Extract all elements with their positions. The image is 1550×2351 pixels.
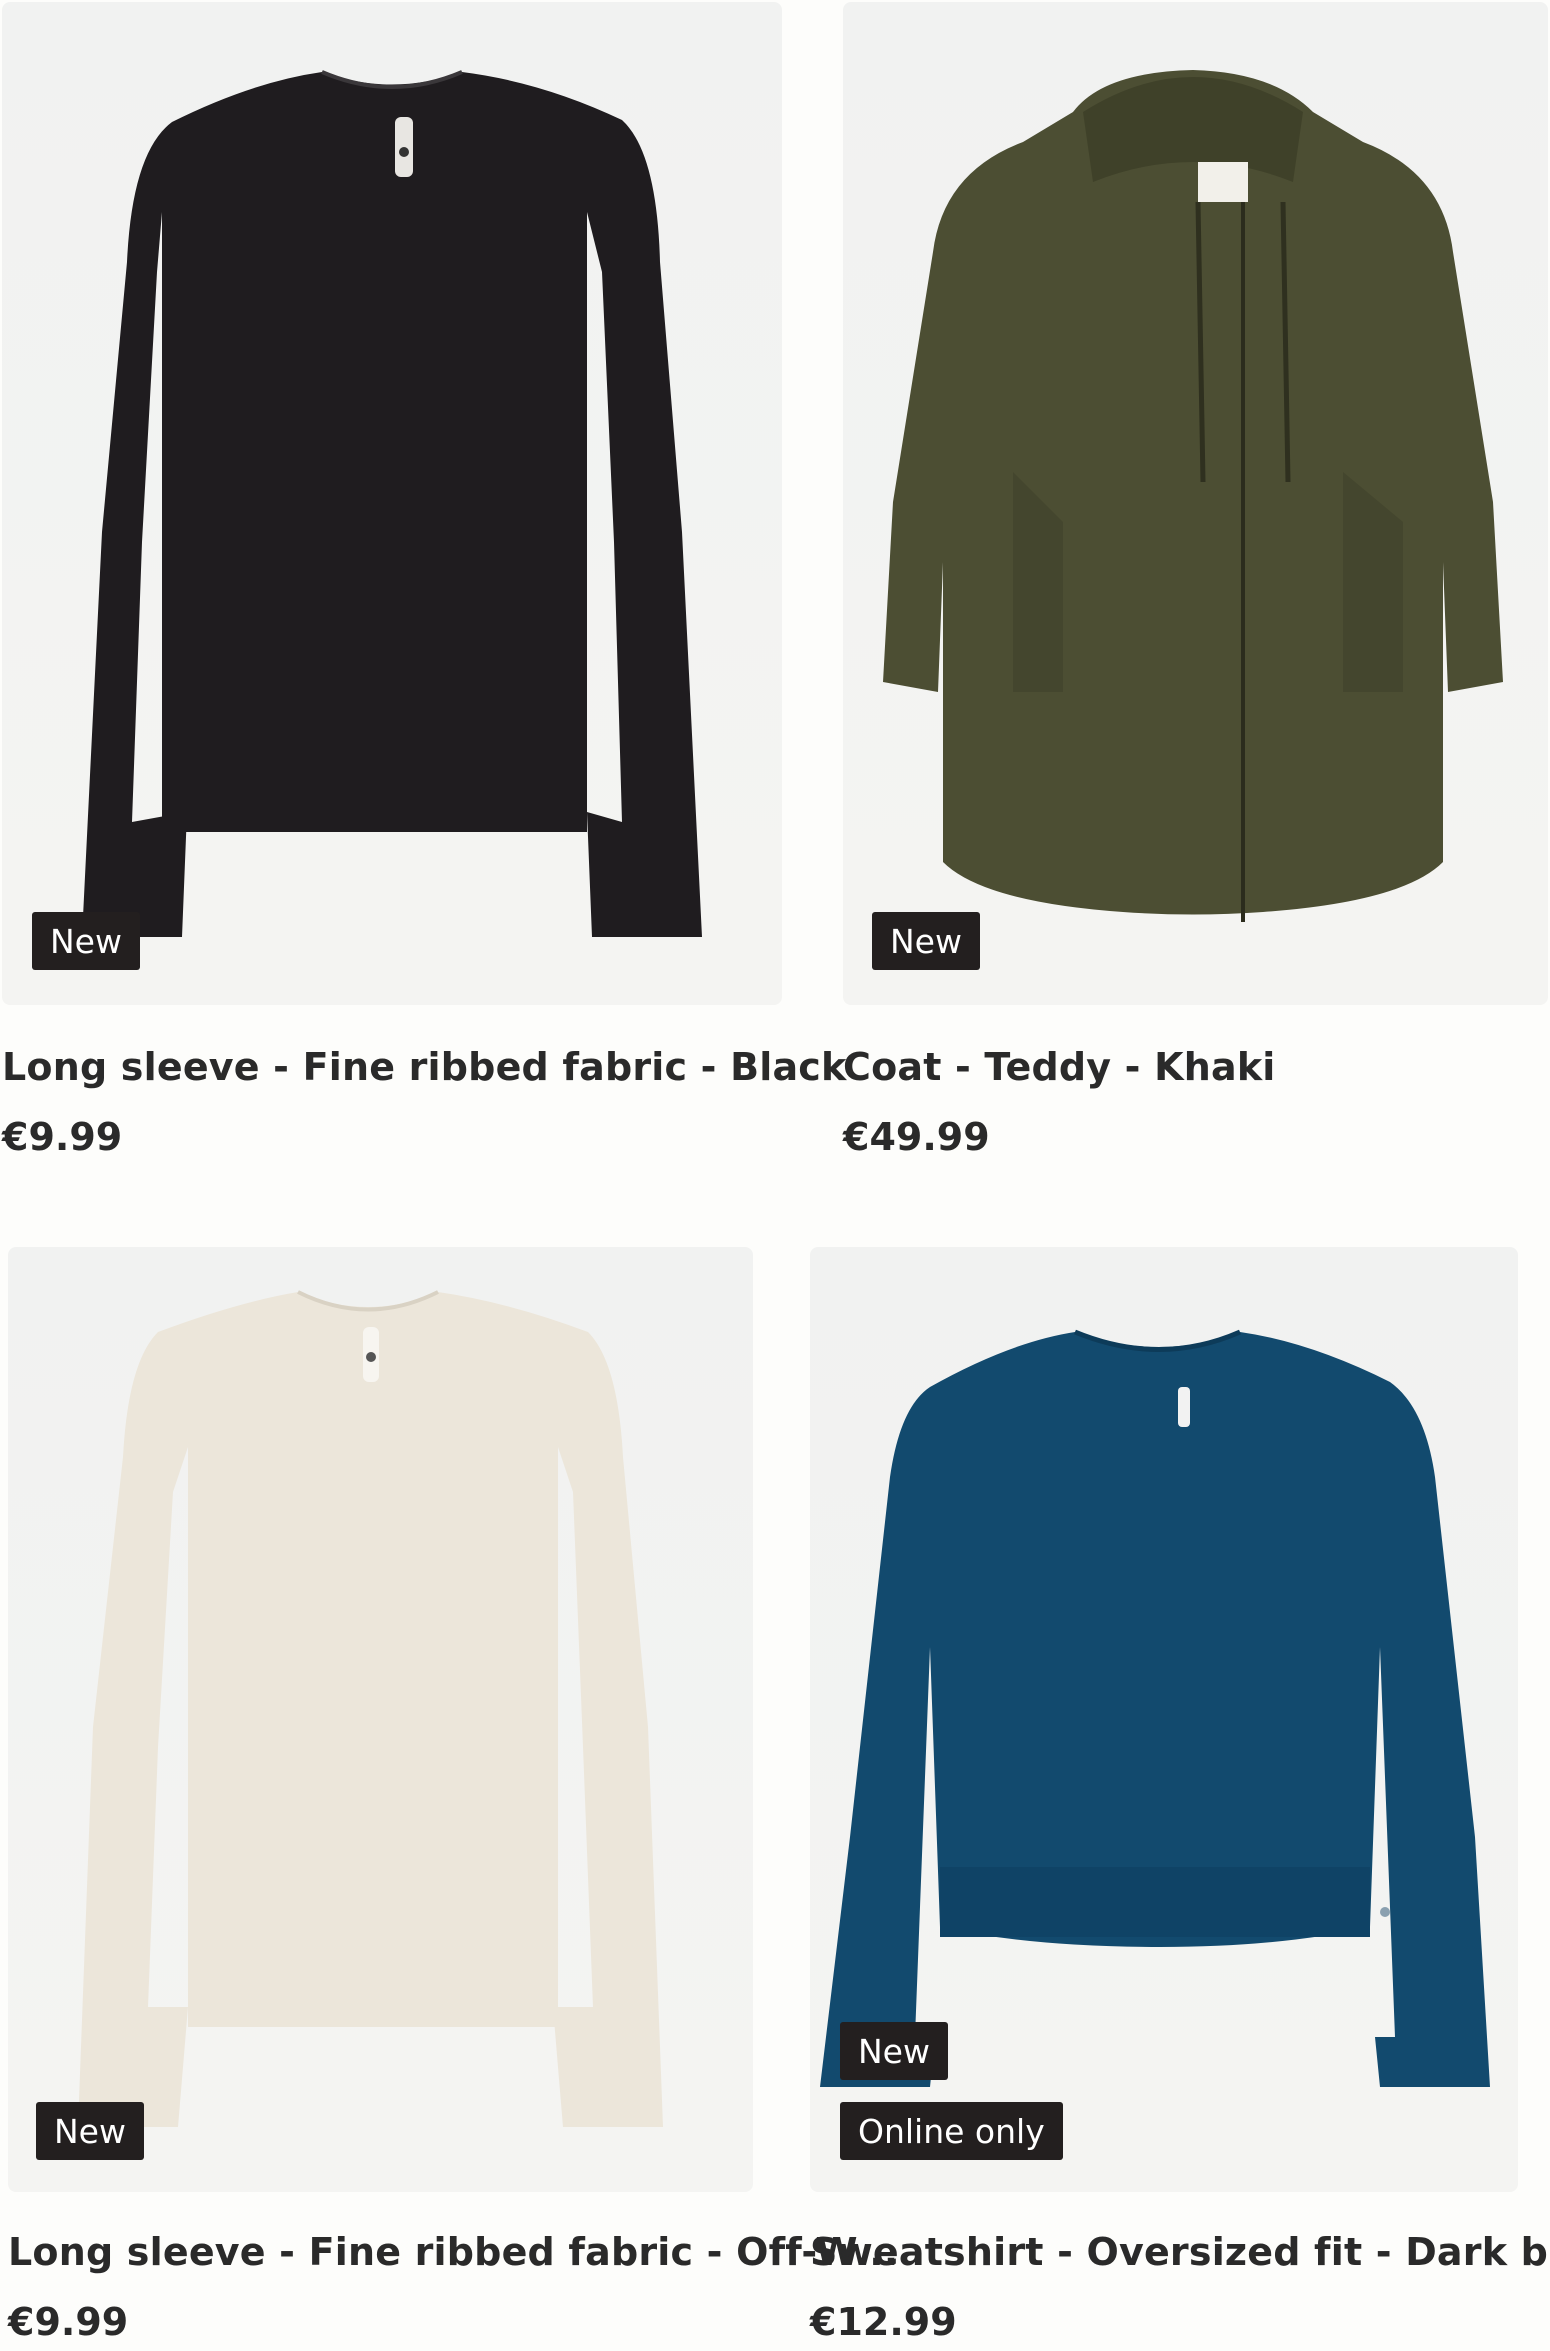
badge-online-only: Online only (840, 2102, 1063, 2160)
product-price: €12.99 (810, 2300, 957, 2344)
product-title[interactable]: Long sleeve - Fine ribbed fabric - Off-W… (8, 2230, 899, 2274)
product-title[interactable]: Sweatshirt - Oversized fit - Dark blue (810, 2230, 1550, 2274)
product-price: €49.99 (843, 1115, 990, 1159)
product-image[interactable]: New (8, 1247, 753, 2192)
badge-new: New (840, 2022, 948, 2080)
product-title[interactable]: Coat - Teddy - Khaki (843, 1045, 1276, 1089)
product-image[interactable]: New (2, 2, 782, 1005)
off-white-long-sleeve-top-image (78, 1290, 663, 2127)
product-image[interactable]: New Online only (810, 1247, 1518, 2192)
product-price: €9.99 (2, 1115, 123, 1159)
product-grid: New Long sleeve - Fine ribbed fabric - B… (0, 0, 1550, 2351)
khaki-teddy-coat-image (883, 70, 1503, 922)
product-image[interactable]: New (843, 2, 1548, 1005)
product-price: €9.99 (8, 2300, 129, 2344)
black-long-sleeve-top-image (82, 70, 702, 937)
product-title[interactable]: Long sleeve - Fine ribbed fabric - Black (2, 1045, 847, 1089)
badge-new: New (32, 912, 140, 970)
badge-new: New (872, 912, 980, 970)
badge-new: New (36, 2102, 144, 2160)
